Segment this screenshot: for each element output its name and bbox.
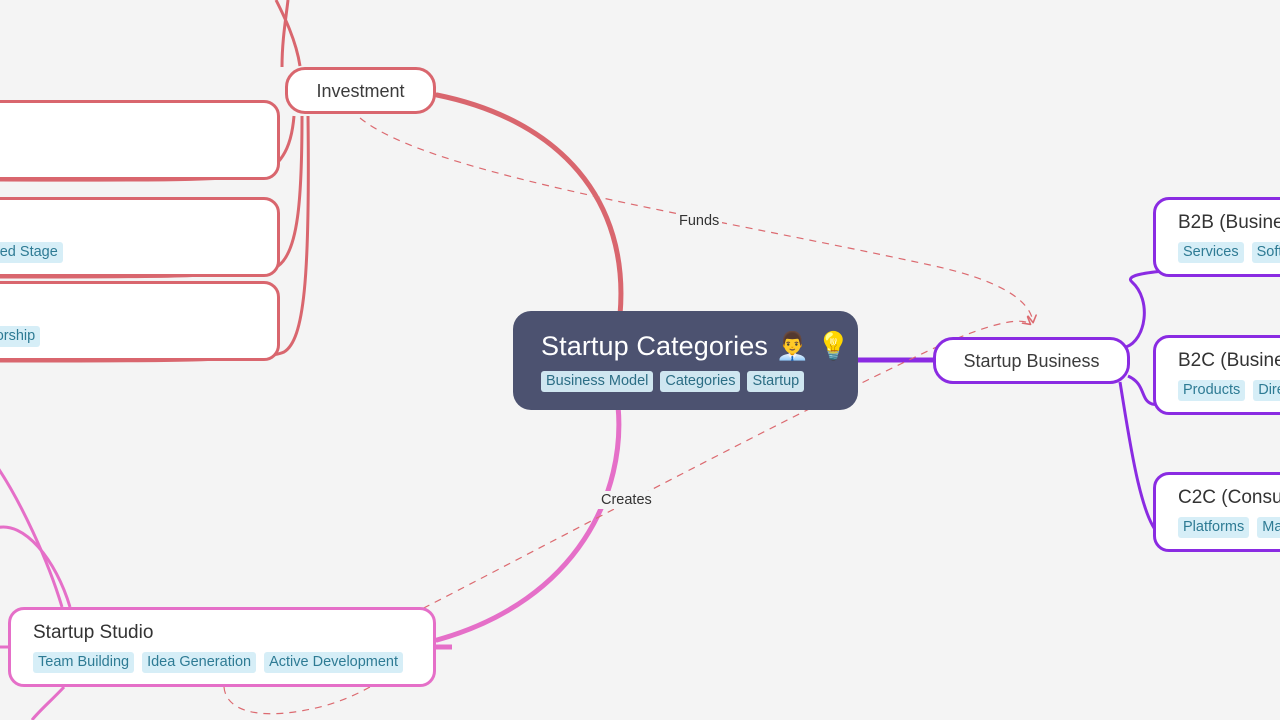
node-investment-label: Investment	[316, 80, 405, 101]
node-b2b-chips: Services Software Enterprise	[1178, 242, 1280, 263]
node-startup-studio-chips: Team Building Idea Generation Active Dev…	[33, 652, 411, 673]
chip: Business Model	[541, 370, 654, 392]
edge-label-creates: Creates	[598, 491, 655, 509]
chip: Idea Generation	[142, 652, 257, 673]
node-b2b[interactable]: B2B (Business to Business) Services Soft…	[1153, 197, 1280, 277]
edge-studio-left-1	[0, 468, 64, 608]
chip: Active Development	[264, 652, 404, 673]
node-c2c-title: C2C (Consumer to Consumer)	[1178, 487, 1280, 508]
node-angel-investors-chips: Angel Investors High Risk Seed Stage	[0, 242, 255, 263]
node-private-equity[interactable]: Private Equity (PE) Buy-out Mature Compa…	[0, 100, 280, 180]
node-b2c[interactable]: B2C (Business to Consumer) Products Dire…	[1153, 335, 1280, 415]
chip: Platforms	[1178, 517, 1250, 538]
chip: Direct Sales	[1253, 380, 1280, 401]
edge-root-to-investment	[434, 92, 624, 318]
mindmap-canvas: Startup Categories 👨‍💼 💡 Business Model …	[0, 0, 1280, 720]
node-accelerators-title: Accelerators	[0, 295, 255, 319]
edge-investment-top-2	[274, 0, 302, 67]
edge-studio-left-2	[0, 525, 72, 608]
node-c2c-chips: Platforms Marketplace Peer	[1178, 517, 1280, 538]
node-angel-investors[interactable]: Angel Investors Angel Investors High Ris…	[0, 197, 280, 277]
root-node-title: Startup Categories 👨‍💼 💡	[541, 330, 851, 361]
chip: Software	[1251, 242, 1280, 263]
chip: Products	[1178, 380, 1246, 401]
node-accelerators[interactable]: Accelerators Early Stage Short-term Ment…	[0, 281, 280, 361]
chip: Marketplace	[1257, 517, 1280, 538]
node-startup-business-label: Startup Business	[963, 350, 1100, 371]
chip: Services	[1178, 242, 1244, 263]
chip: Startup	[747, 370, 805, 392]
node-c2c[interactable]: C2C (Consumer to Consumer) Platforms Mar…	[1153, 472, 1280, 552]
node-angel-investors-title: Angel Investors	[0, 211, 255, 235]
node-private-equity-title: Private Equity (PE)	[0, 114, 255, 138]
node-private-equity-chips: Buy-out Mature Companies	[0, 145, 255, 166]
chip: Team Building	[33, 652, 135, 673]
node-startup-studio-title: Startup Studio	[33, 622, 154, 643]
chip: Seed Stage	[0, 242, 63, 263]
node-accelerators-chips: Early Stage Short-term Mentorship	[0, 326, 255, 347]
node-b2b-title: B2B (Business to Business)	[1178, 212, 1280, 233]
node-b2c-chips: Products Direct Sales Retail	[1178, 380, 1280, 401]
chip: Mentorship	[0, 326, 41, 347]
edge-label-funds: Funds	[676, 212, 723, 230]
edge-root-to-studio	[434, 403, 622, 643]
root-node-chips: Business Model Categories Startup	[541, 370, 830, 392]
node-b2c-title: B2C (Business to Consumer)	[1178, 350, 1280, 371]
node-investment[interactable]: Investment	[285, 67, 436, 114]
chip: Categories	[660, 370, 741, 392]
edge-investment-top	[280, 0, 290, 68]
root-node[interactable]: Startup Categories 👨‍💼 💡 Business Model …	[513, 311, 858, 410]
node-startup-business[interactable]: Startup Business	[933, 337, 1130, 384]
node-startup-studio[interactable]: Startup Studio Team Building Idea Genera…	[8, 607, 436, 687]
edge-studio-left-3	[30, 685, 66, 720]
